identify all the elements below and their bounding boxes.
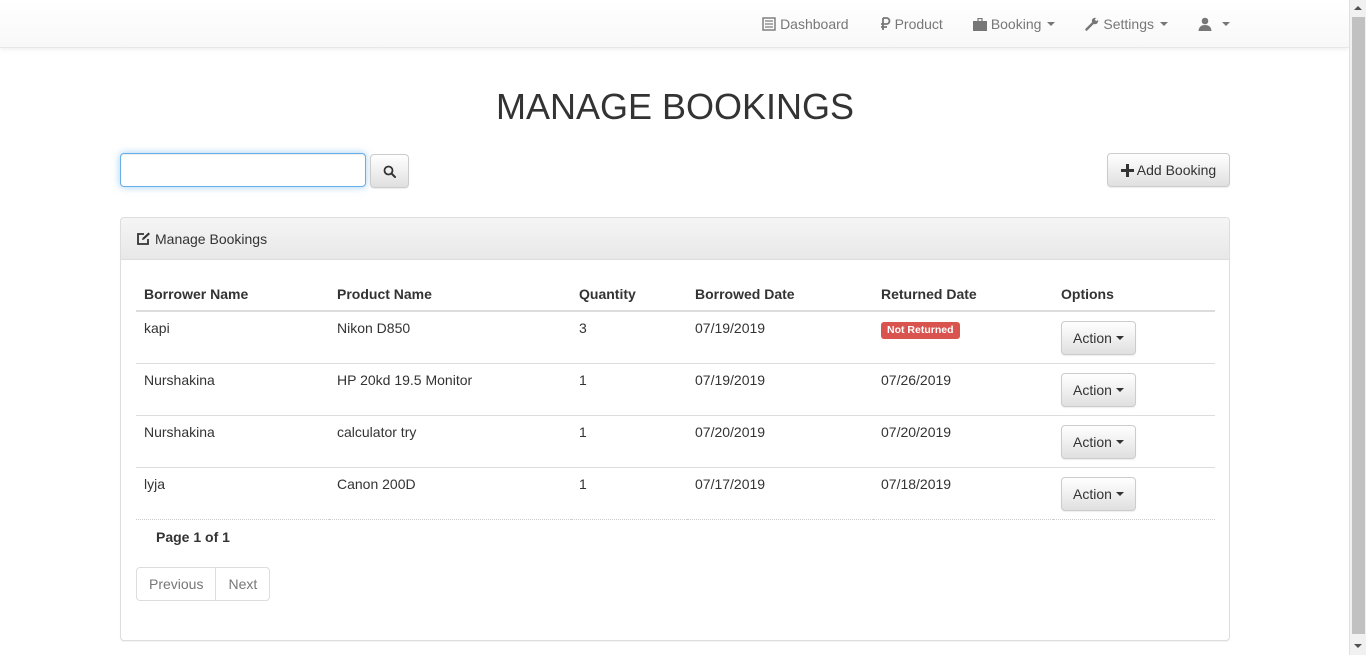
scroll-up-arrow-icon[interactable] bbox=[1350, 0, 1366, 17]
cell-returned-date: 07/20/2019 bbox=[873, 415, 1053, 468]
nav-dashboard-label: Dashboard bbox=[780, 16, 849, 32]
chevron-down-icon bbox=[1115, 388, 1124, 392]
cell-product: Nikon D850 bbox=[329, 310, 571, 364]
chevron-down-icon bbox=[1115, 492, 1124, 496]
table-row: Nurshakina calculator try 1 07/20/2019 0… bbox=[136, 415, 1215, 468]
page-title: MANAGE BOOKINGS bbox=[495, 86, 855, 127]
table-header-row: Borrower Name Product Name Quantity Borr… bbox=[136, 276, 1215, 312]
cell-borrower: Nurshakina bbox=[136, 363, 329, 416]
top-navbar: Dashboard Product Booking Settings bbox=[0, 0, 1349, 48]
scroll-down-arrow-icon[interactable] bbox=[1350, 638, 1366, 655]
table-row: Nurshakina HP 20kd 19.5 Monitor 1 07/19/… bbox=[136, 363, 1215, 416]
cell-returned-date: 07/18/2019 bbox=[873, 467, 1053, 520]
chevron-down-icon bbox=[1115, 336, 1124, 340]
cell-product: HP 20kd 19.5 Monitor bbox=[329, 363, 571, 416]
nav-product[interactable]: Product bbox=[864, 0, 958, 48]
chevron-down-icon bbox=[1047, 22, 1056, 26]
cell-quantity: 3 bbox=[571, 310, 687, 364]
cell-borrowed-date: 07/19/2019 bbox=[687, 310, 873, 364]
header-options: Options bbox=[1053, 276, 1215, 312]
nav-product-label: Product bbox=[894, 16, 943, 32]
header-borrower-name: Borrower Name bbox=[136, 276, 329, 312]
nav-dashboard[interactable]: Dashboard bbox=[747, 0, 864, 48]
nav-booking-dropdown[interactable]: Booking bbox=[958, 0, 1071, 48]
cell-borrower: Nurshakina bbox=[136, 415, 329, 468]
user-icon bbox=[1198, 17, 1212, 31]
header-quantity: Quantity bbox=[571, 276, 687, 312]
chevron-down-icon bbox=[1115, 440, 1124, 444]
cell-options: Action bbox=[1053, 363, 1215, 416]
panel-title: Manage Bookings bbox=[155, 230, 268, 247]
cell-options: Action bbox=[1053, 310, 1215, 364]
action-dropdown-button[interactable]: Action bbox=[1061, 321, 1136, 355]
header-borrowed-date: Borrowed Date bbox=[687, 276, 873, 312]
action-dropdown-button[interactable]: Action bbox=[1061, 477, 1136, 511]
cell-returned-date: Not Returned bbox=[873, 310, 1053, 364]
cell-borrower: lyja bbox=[136, 467, 329, 520]
list-alt-icon bbox=[762, 17, 776, 31]
cell-borrower: kapi bbox=[136, 310, 329, 364]
nav-settings-dropdown[interactable]: Settings bbox=[1070, 0, 1183, 48]
briefcase-icon bbox=[972, 17, 987, 31]
status-badge: Not Returned bbox=[881, 322, 960, 339]
add-booking-button[interactable]: Add Booking bbox=[1107, 153, 1230, 187]
chevron-down-icon bbox=[1222, 22, 1230, 26]
ruble-icon bbox=[880, 17, 890, 30]
cell-quantity: 1 bbox=[571, 415, 687, 468]
header-returned-date: Returned Date bbox=[873, 276, 1053, 312]
add-booking-label: Add Booking bbox=[1136, 162, 1217, 178]
action-label: Action bbox=[1073, 330, 1112, 346]
cell-options: Action bbox=[1053, 467, 1215, 520]
next-page-button[interactable]: Next bbox=[215, 567, 271, 601]
table-row: kapi Nikon D850 3 07/19/2019 Not Returne… bbox=[136, 310, 1215, 364]
cell-product: calculator try bbox=[329, 415, 571, 468]
cell-quantity: 1 bbox=[571, 363, 687, 416]
bookings-table: Borrower Name Product Name Quantity Borr… bbox=[136, 276, 1215, 520]
action-label: Action bbox=[1073, 382, 1112, 398]
nav-settings-label: Settings bbox=[1103, 16, 1154, 32]
table-row: lyja Canon 200D 1 07/17/2019 07/18/2019 … bbox=[136, 467, 1215, 520]
search-input[interactable] bbox=[120, 153, 366, 187]
cell-borrowed-date: 07/19/2019 bbox=[687, 363, 873, 416]
cell-borrowed-date: 07/20/2019 bbox=[687, 415, 873, 468]
nav-user-dropdown[interactable] bbox=[1183, 0, 1245, 48]
previous-page-button[interactable]: Previous bbox=[136, 567, 217, 601]
wrench-icon bbox=[1085, 17, 1099, 31]
cell-returned-date: 07/26/2019 bbox=[873, 363, 1053, 416]
plus-icon bbox=[1120, 163, 1134, 177]
cell-borrowed-date: 07/17/2019 bbox=[687, 467, 873, 520]
pagination: Previous Next bbox=[136, 567, 271, 601]
bookings-panel: Manage Bookings Borrower Name Product Na… bbox=[120, 217, 1230, 641]
action-label: Action bbox=[1073, 486, 1112, 502]
cell-quantity: 1 bbox=[571, 467, 687, 520]
scroll-thumb[interactable] bbox=[1352, 17, 1365, 634]
panel-heading: Manage Bookings bbox=[121, 218, 1229, 260]
vertical-scrollbar[interactable] bbox=[1349, 0, 1366, 655]
action-dropdown-button[interactable]: Action bbox=[1061, 425, 1136, 459]
search-button[interactable] bbox=[370, 154, 409, 188]
nav-items: Dashboard Product Booking Settings bbox=[747, 0, 1245, 48]
edit-icon bbox=[137, 232, 150, 245]
search-icon bbox=[383, 165, 396, 178]
header-product-name: Product Name bbox=[329, 276, 571, 312]
chevron-down-icon bbox=[1160, 22, 1168, 26]
nav-booking-label: Booking bbox=[990, 16, 1042, 32]
page-info: Page 1 of 1 bbox=[156, 529, 230, 545]
action-dropdown-button[interactable]: Action bbox=[1061, 373, 1136, 407]
action-label: Action bbox=[1073, 434, 1112, 450]
cell-options: Action bbox=[1053, 415, 1215, 468]
cell-product: Canon 200D bbox=[329, 467, 571, 520]
